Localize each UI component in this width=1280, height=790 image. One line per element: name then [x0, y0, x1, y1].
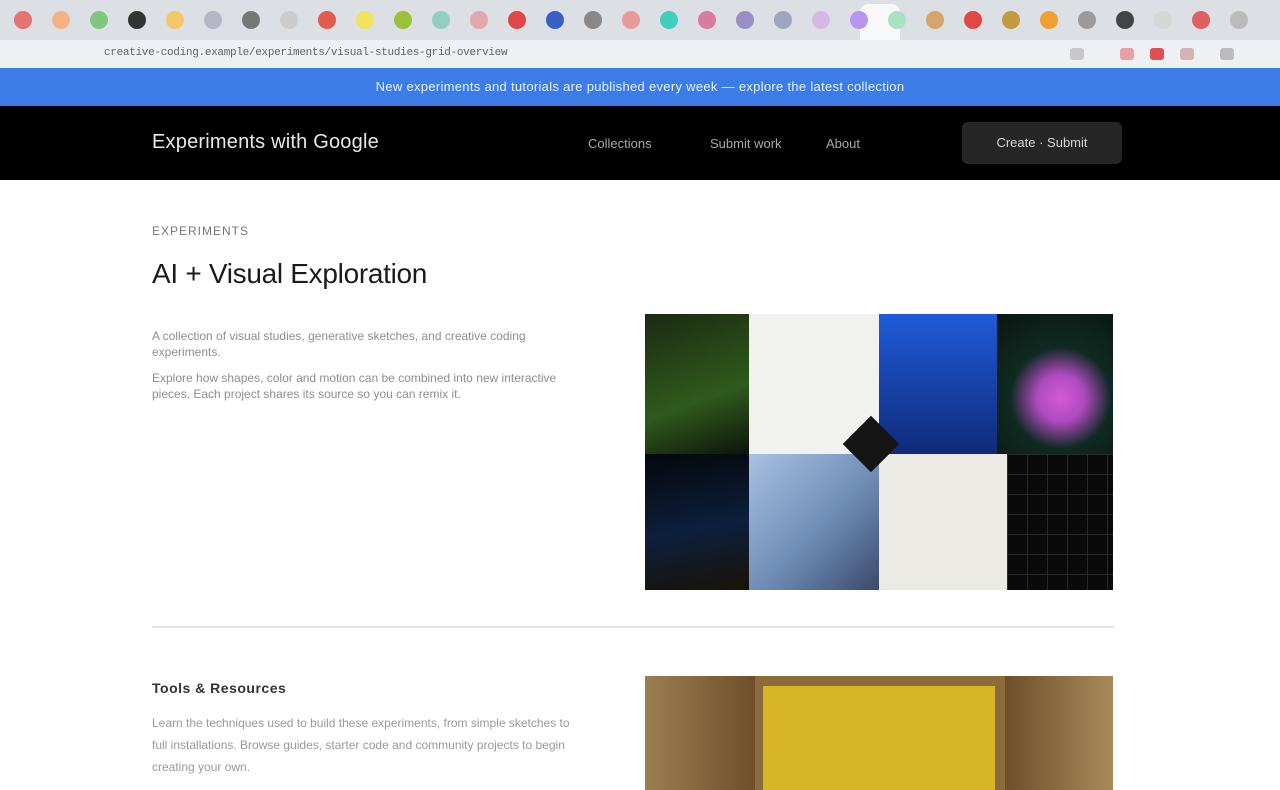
tab-favicon-icon[interactable] — [1154, 11, 1172, 29]
tab-favicon-icon[interactable] — [622, 11, 640, 29]
site-logo[interactable]: Experiments with Google — [152, 131, 379, 154]
site-navbar: Experiments with Google Collections Subm… — [0, 106, 1280, 180]
tab-favicon-icon[interactable] — [128, 11, 146, 29]
address-bar-url[interactable]: creative-coding.example/experiments/visu… — [104, 47, 508, 59]
tab-favicon-icon[interactable] — [584, 11, 602, 29]
extension-icon[interactable] — [1180, 48, 1194, 60]
extension-icon[interactable] — [1220, 48, 1234, 60]
tab-favicon-icon[interactable] — [546, 11, 564, 29]
photo-left-frame — [645, 676, 755, 790]
tab-favicon-icon[interactable] — [1078, 11, 1096, 29]
tab-favicon-icon[interactable] — [660, 11, 678, 29]
section-divider — [152, 626, 1114, 628]
feature-paragraph: Explore how shapes, color and motion can… — [152, 371, 557, 401]
thumbnail-blue-scene[interactable] — [879, 314, 997, 454]
tab-favicon-icon[interactable] — [888, 11, 906, 29]
extension-icon[interactable] — [1120, 48, 1134, 60]
nav-link-submit[interactable]: Submit work — [710, 136, 782, 151]
section-eyebrow: EXPERIMENTS — [152, 224, 250, 238]
tab-favicon-icon[interactable] — [1002, 11, 1020, 29]
announcement-banner[interactable]: New experiments and tutorials are publis… — [0, 68, 1280, 106]
tab-favicon-icon[interactable] — [356, 11, 374, 29]
feature-description: A collection of visual studies, generati… — [152, 328, 572, 412]
page-title: AI + Visual Exploration — [152, 258, 428, 289]
tab-favicon-icon[interactable] — [1192, 11, 1210, 29]
section-photo[interactable] — [645, 676, 1113, 790]
thumbnail-dark-grid[interactable] — [1007, 454, 1113, 590]
tab-favicon-icon[interactable] — [52, 11, 70, 29]
tab-favicon-icon[interactable] — [850, 11, 868, 29]
banner-text: New experiments and tutorials are publis… — [375, 79, 905, 94]
photo-right-frame — [1005, 676, 1113, 790]
cta-button[interactable]: Create · Submit — [962, 122, 1122, 164]
section-title: Tools & Resources — [152, 680, 287, 696]
tab-favicon-icon[interactable] — [1116, 11, 1134, 29]
tab-favicon-icon[interactable] — [508, 11, 526, 29]
thumbnail-green-particles[interactable] — [645, 314, 749, 454]
tab-favicon-icon[interactable] — [14, 11, 32, 29]
tab-favicon-icon[interactable] — [698, 11, 716, 29]
thumbnail-dark-starfield[interactable] — [645, 454, 749, 590]
address-bar-row: creative-coding.example/experiments/visu… — [0, 40, 1280, 68]
section-description: Learn the techniques used to build these… — [152, 716, 570, 774]
thumbnail-magenta-blob[interactable] — [997, 314, 1113, 454]
extension-icon[interactable] — [1150, 48, 1164, 60]
tab-favicon-icon[interactable] — [964, 11, 982, 29]
tab-favicon-icon[interactable] — [318, 11, 336, 29]
feature-paragraph: A collection of visual studies, generati… — [152, 329, 526, 359]
nav-link-collections[interactable]: Collections — [588, 136, 652, 151]
tab-favicon-icon[interactable] — [280, 11, 298, 29]
tab-favicon-icon[interactable] — [774, 11, 792, 29]
thumbnail-light-blue-grid[interactable] — [749, 454, 879, 590]
experiment-thumbnail-mosaic[interactable] — [645, 314, 1113, 590]
photo-yellow-panel — [763, 686, 995, 790]
tab-favicon-icon[interactable] — [1040, 11, 1058, 29]
tab-favicon-icon[interactable] — [90, 11, 108, 29]
tab-favicon-icon[interactable] — [736, 11, 754, 29]
extension-icon[interactable] — [1070, 48, 1084, 60]
tab-favicon-icon[interactable] — [432, 11, 450, 29]
tab-favicon-icon[interactable] — [1230, 11, 1248, 29]
tab-favicon-icon[interactable] — [242, 11, 260, 29]
tab-favicon-icon[interactable] — [394, 11, 412, 29]
tab-favicon-icon[interactable] — [204, 11, 222, 29]
tab-favicon-icon[interactable] — [926, 11, 944, 29]
thumbnail-paper-diagram[interactable] — [879, 454, 1007, 590]
tab-favicon-icon[interactable] — [470, 11, 488, 29]
nav-link-about[interactable]: About — [826, 136, 860, 151]
tab-favicon-icon[interactable] — [812, 11, 830, 29]
tab-favicon-icon[interactable] — [166, 11, 184, 29]
